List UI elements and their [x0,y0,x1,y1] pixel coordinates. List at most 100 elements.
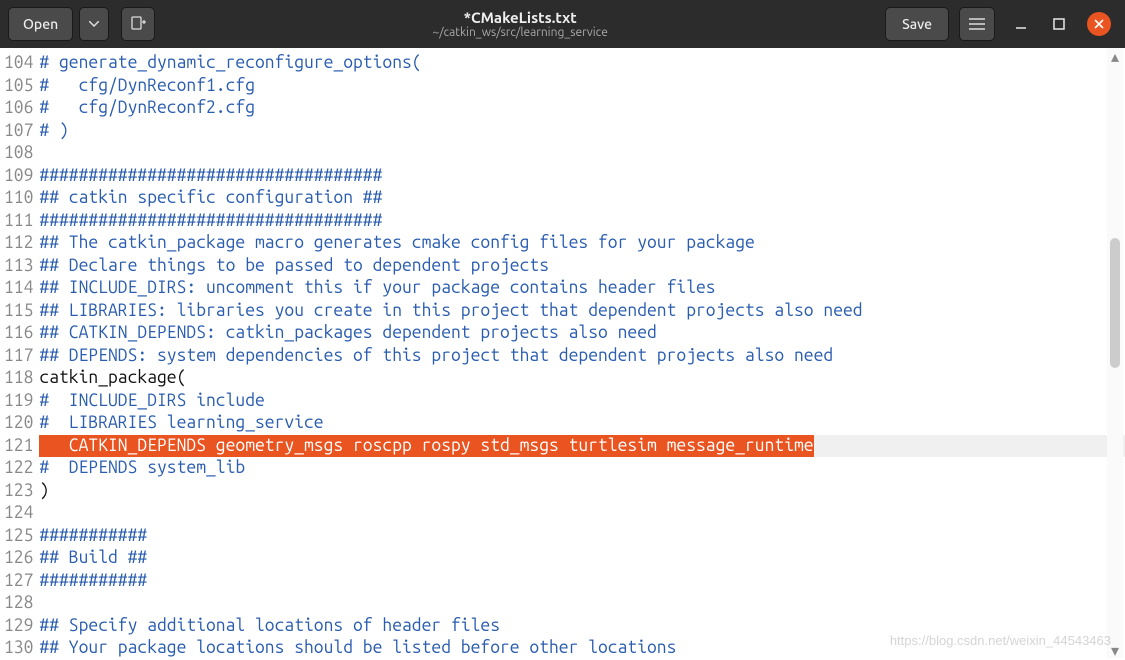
line-number: 124 [4,502,33,525]
window-subtitle: ~/catkin_ws/src/learning_service [432,26,607,39]
line-number: 104 [4,52,33,75]
line-number: 120 [4,412,33,435]
code-line[interactable]: ########### [39,570,1125,593]
line-number: 130 [4,637,33,658]
window-title: *CMakeLists.txt [464,9,577,26]
hamburger-icon [969,18,985,30]
maximize-button[interactable] [1049,14,1069,34]
code-line[interactable]: ) [39,480,1125,503]
scrollbar-thumb[interactable] [1110,238,1120,368]
minimize-button[interactable] [1011,14,1031,34]
line-number: 115 [4,300,33,323]
scroll-up-icon[interactable]: ▴ [1107,48,1123,64]
watermark: https://blog.csdn.net/weixin_44543463 [890,633,1111,648]
close-button[interactable] [1087,12,1111,36]
window-controls [1011,12,1111,36]
code-line[interactable]: # cfg/DynReconf2.cfg [39,97,1125,120]
code-text: # DEPENDS system_lib [39,457,245,480]
code-line[interactable]: # LIBRARIES learning_service [39,412,1125,435]
maximize-icon [1053,18,1065,30]
chevron-down-icon [89,21,99,27]
code-text: ) [39,480,49,503]
code-line[interactable] [39,142,1125,165]
code-text: # cfg/DynReconf1.cfg [39,75,255,98]
code-text: ## Build ## [39,547,147,570]
code-text: ## Specify additional locations of heade… [39,615,500,638]
code-text: ## Your package locations should be list… [39,637,676,658]
line-number: 123 [4,480,33,503]
code-line[interactable]: ## Declare things to be passed to depend… [39,255,1125,278]
code-line[interactable]: ## CATKIN_DEPENDS: catkin_packages depen… [39,322,1125,345]
code-text: ########### [39,525,147,548]
code-line[interactable]: # DEPENDS system_lib [39,457,1125,480]
new-document-icon [130,16,146,32]
code-line[interactable]: catkin_package( [39,367,1125,390]
code-text: CATKIN_DEPENDS geometry_msgs roscpp rosp… [39,435,813,458]
line-number: 114 [4,277,33,300]
line-number: 107 [4,120,33,143]
line-number: 116 [4,322,33,345]
code-line[interactable] [39,502,1125,525]
code-text: ## The catkin_package macro generates cm… [39,232,754,255]
hamburger-menu-button[interactable] [959,7,995,41]
line-number: 129 [4,615,33,638]
code-text: ## LIBRARIES: libraries you create in th… [39,300,862,323]
code-text: ################################### [39,210,382,233]
save-button[interactable]: Save [885,7,949,41]
line-number: 121 [4,435,33,458]
line-number: 106 [4,97,33,120]
line-number: 122 [4,457,33,480]
line-number: 127 [4,570,33,593]
editor[interactable]: 1041051061071081091101111121131141151161… [0,48,1125,658]
code-line[interactable] [39,592,1125,615]
code-text: # cfg/DynReconf2.cfg [39,97,255,120]
code-text: ########### [39,570,147,593]
open-dropdown-button[interactable] [79,7,109,41]
code-text: ################################### [39,165,382,188]
line-number: 112 [4,232,33,255]
code-text: ## INCLUDE_DIRS: uncomment this if your … [39,277,715,300]
line-number: 118 [4,367,33,390]
code-line[interactable]: ## DEPENDS: system dependencies of this … [39,345,1125,368]
line-number: 109 [4,165,33,188]
title-area: *CMakeLists.txt ~/catkin_ws/src/learning… [161,9,879,39]
code-text: # INCLUDE_DIRS include [39,390,264,413]
code-text: ## CATKIN_DEPENDS: catkin_packages depen… [39,322,656,345]
line-number: 108 [4,142,33,165]
code-text: # ) [39,120,68,143]
line-number: 125 [4,525,33,548]
close-icon [1094,19,1104,29]
code-area[interactable]: # generate_dynamic_reconfigure_options(#… [39,48,1125,658]
code-line[interactable]: # cfg/DynReconf1.cfg [39,75,1125,98]
line-number: 128 [4,592,33,615]
code-text: ## catkin specific configuration ## [39,187,382,210]
code-text: ## Declare things to be passed to depend… [39,255,549,278]
code-line[interactable]: ## Build ## [39,547,1125,570]
code-line[interactable]: ################################### [39,210,1125,233]
new-tab-button[interactable] [121,7,155,41]
code-line[interactable]: # ) [39,120,1125,143]
open-button[interactable]: Open [8,7,73,41]
code-text: # generate_dynamic_reconfigure_options( [39,52,421,75]
line-number: 105 [4,75,33,98]
code-line[interactable]: ## LIBRARIES: libraries you create in th… [39,300,1125,323]
line-number: 110 [4,187,33,210]
code-line[interactable]: # INCLUDE_DIRS include [39,390,1125,413]
minimize-icon [1015,18,1027,30]
code-text: ## DEPENDS: system dependencies of this … [39,345,833,368]
code-line[interactable]: ########### [39,525,1125,548]
code-line[interactable]: ################################### [39,165,1125,188]
code-line[interactable]: ## The catkin_package macro generates cm… [39,232,1125,255]
line-number: 119 [4,390,33,413]
code-text: # LIBRARIES learning_service [39,412,323,435]
code-line[interactable]: CATKIN_DEPENDS geometry_msgs roscpp rosp… [39,435,1125,458]
line-number: 117 [4,345,33,368]
vertical-scrollbar[interactable]: ▴ ▾ [1107,48,1123,658]
line-number: 126 [4,547,33,570]
code-line[interactable]: # generate_dynamic_reconfigure_options( [39,52,1125,75]
code-text: catkin_package( [39,367,186,390]
titlebar: Open *CMakeLists.txt ~/catkin_ws/src/lea… [0,0,1125,48]
code-line[interactable]: ## INCLUDE_DIRS: uncomment this if your … [39,277,1125,300]
line-number: 111 [4,210,33,233]
code-line[interactable]: ## catkin specific configuration ## [39,187,1125,210]
